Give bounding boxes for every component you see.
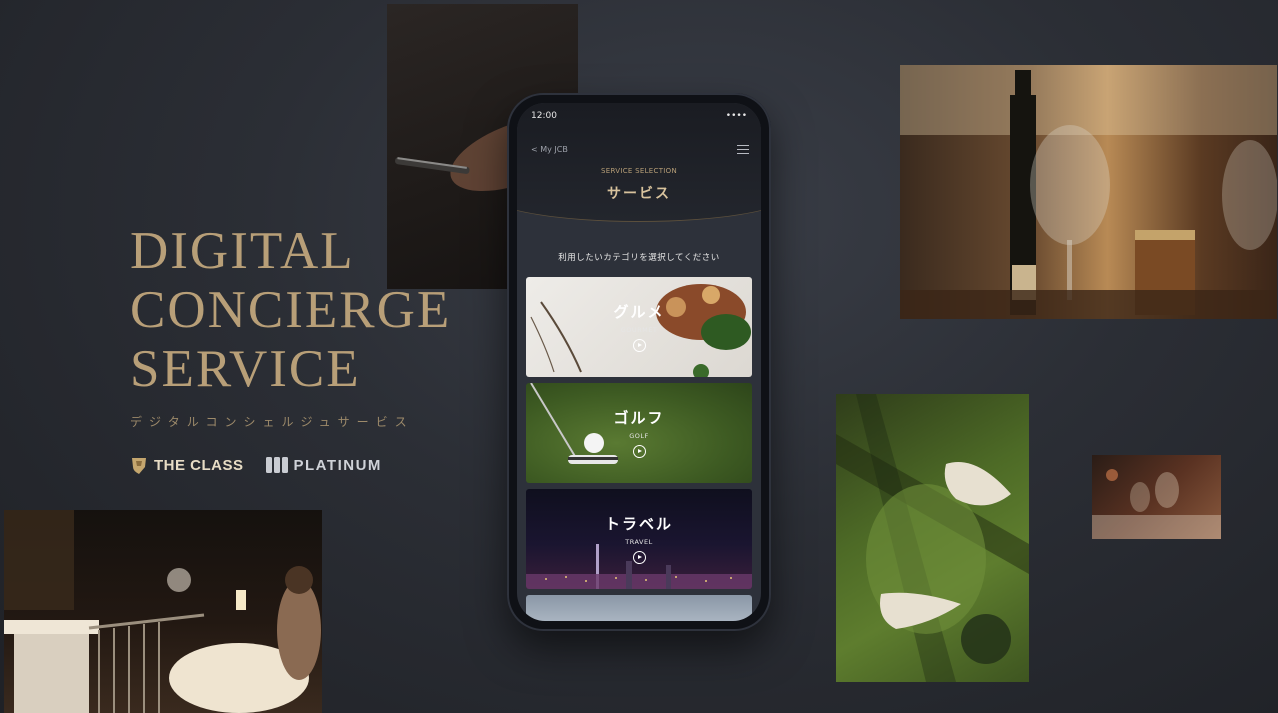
category-card-travel[interactable]: トラベル TRAVEL (526, 489, 752, 589)
play-circle-icon (632, 445, 646, 458)
brand-the-class-label: THE CLASS (154, 456, 244, 474)
brand-platinum: PLATINUM (265, 456, 382, 474)
hero-title-block: DIGITAL CONCIERGE SERVICE デジタルコンシェルジュサービ… (130, 222, 451, 430)
back-button[interactable]: < My JCB (531, 145, 568, 154)
category-prompt: 利用したいカテゴリを選択してください (558, 253, 720, 263)
category-card-golf[interactable]: ゴルフ GOLF (526, 383, 752, 483)
brand-the-class: THE CLASS (130, 455, 244, 475)
phone-screen: 12:00 •••• < My JCB SERVICE SELECTION サー… (517, 103, 761, 621)
status-time: 12:00 (531, 111, 557, 121)
status-signal: •••• (725, 111, 747, 121)
status-bar: 12:00 •••• (531, 111, 747, 121)
brand-platinum-label: PLATINUM (293, 456, 382, 474)
back-label: My JCB (540, 145, 568, 154)
photo-night-terrace (4, 510, 322, 713)
brand-logos: THE CLASS PLATINUM (130, 455, 382, 475)
hero-line-digital: DIGITAL (130, 222, 355, 280)
photo-wine-glasses (900, 65, 1277, 319)
crest-icon (132, 458, 146, 474)
play-circle-icon (632, 339, 646, 352)
category-label-golf: ゴルフ GOLF (526, 407, 752, 458)
hero-line-service: SERVICE (130, 340, 361, 398)
hero-line-concierge: CONCIERGE (130, 281, 452, 339)
category-label-travel: トラベル TRAVEL (526, 513, 752, 564)
phone-mockup: 12:00 •••• < My JCB SERVICE SELECTION サー… (507, 93, 771, 631)
category-card-gourmet[interactable]: グルメ GOURMET (526, 277, 752, 377)
chevron-left-icon: < (531, 145, 538, 154)
category-label-gourmet: グルメ GOURMET (526, 301, 752, 352)
hero-subtitle: デジタルコンシェルジュサービス (130, 415, 414, 429)
photo-golf-aerial (836, 394, 1029, 682)
header-title: サービス (607, 186, 671, 202)
jcb-logo-icon (265, 457, 288, 473)
play-circle-icon (632, 551, 646, 564)
header-eyebrow: SERVICE SELECTION (601, 167, 677, 175)
photo-dinner-glasses (1092, 455, 1221, 539)
hamburger-menu-icon[interactable] (737, 145, 749, 154)
category-card-next[interactable] (526, 595, 752, 621)
